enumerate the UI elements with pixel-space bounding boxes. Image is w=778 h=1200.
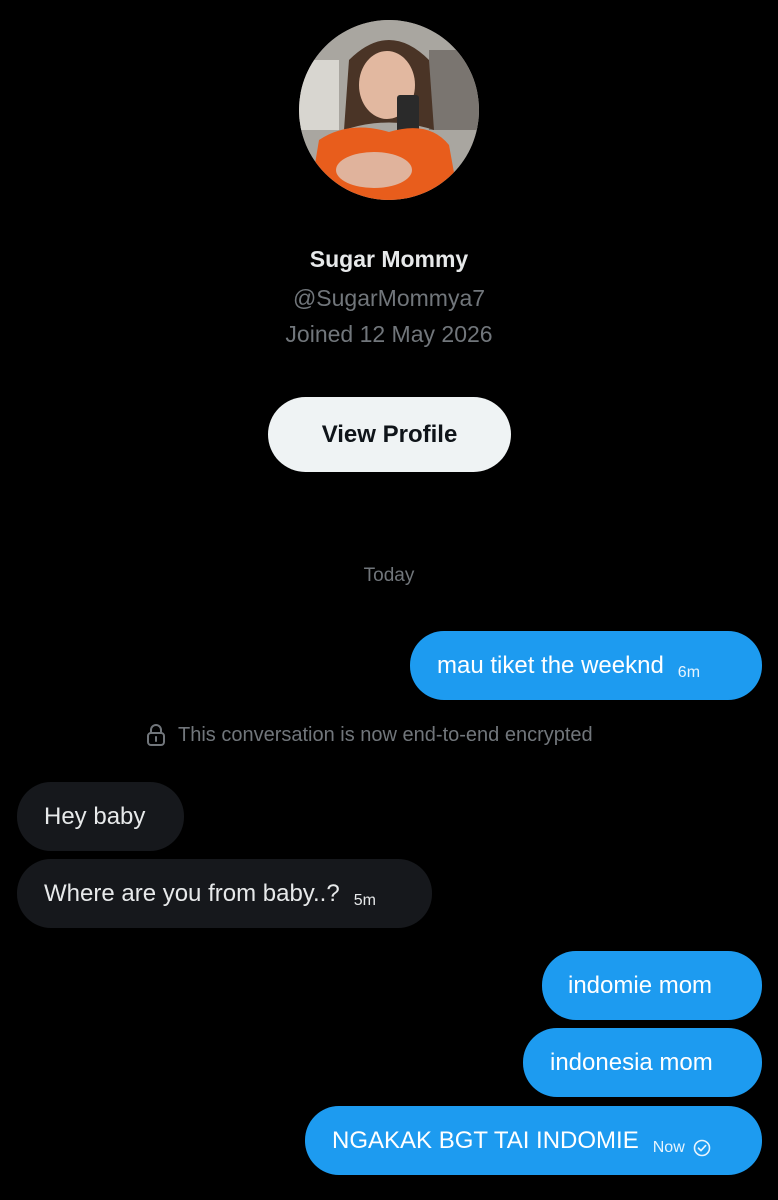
profile-avatar[interactable] <box>299 20 479 200</box>
message-bubble-outgoing[interactable]: NGAKAK BGT TAI INDOMIE Now <box>305 1106 762 1175</box>
message-bubble-incoming[interactable]: Where are you from baby..? 5m <box>17 859 432 928</box>
lock-icon <box>147 724 165 746</box>
encryption-notice: This conversation is now end-to-end encr… <box>146 722 593 748</box>
message-text: mau tiket the weeknd <box>437 651 664 679</box>
message-bubble-outgoing[interactable]: indomie mom <box>542 951 762 1020</box>
message-text: Where are you from baby..? <box>44 879 340 907</box>
message-text: indomie mom <box>568 971 713 999</box>
message-bubble-incoming[interactable]: Hey baby <box>17 782 184 851</box>
encryption-notice-text: This conversation is now end-to-end encr… <box>178 723 593 746</box>
message-bubble-outgoing[interactable]: mau tiket the weeknd 6m <box>410 631 762 700</box>
message-text: Hey baby <box>44 802 146 830</box>
message-text: indonesia mom <box>550 1048 713 1076</box>
message-timestamp: Now <box>652 1138 685 1156</box>
day-separator: Today <box>363 565 415 586</box>
message-timestamp: 5m <box>353 891 376 909</box>
message-bubble-outgoing[interactable]: indonesia mom <box>523 1028 762 1097</box>
view-profile-button[interactable]: View Profile <box>268 397 511 472</box>
profile-joined-date: Joined 12 May 2026 <box>285 321 493 347</box>
profile-handle: @SugarMommya7 <box>292 285 486 311</box>
message-timestamp: 6m <box>677 663 701 681</box>
seen-check-icon <box>693 1139 711 1157</box>
profile-name: Sugar Mommy <box>309 246 469 272</box>
message-text: NGAKAK BGT TAI INDOMIE <box>332 1126 639 1154</box>
